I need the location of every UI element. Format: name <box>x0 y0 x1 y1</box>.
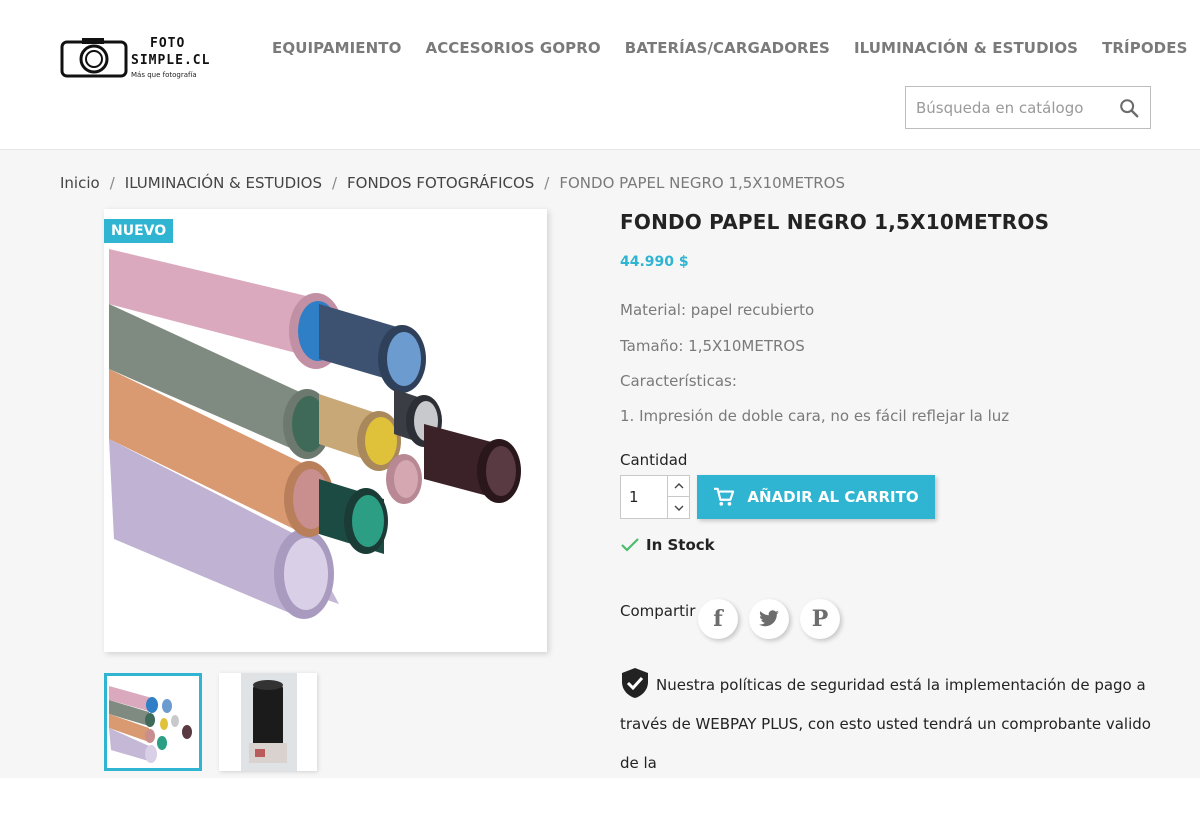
quantity-stepper <box>620 475 690 519</box>
breadcrumb: Inicio / ILUMINACIÓN & ESTUDIOS / FONDOS… <box>60 174 845 192</box>
pinterest-icon: P <box>811 606 829 632</box>
nav-item-tripodes[interactable]: TRÍPODES <box>1102 39 1187 57</box>
site-header: FOTO SIMPLE.CL Más que fotografía EQUIPA… <box>0 0 1200 150</box>
nav-item-equipamiento[interactable]: EQUIPAMIENTO <box>272 39 401 57</box>
thumbnail-black-roll-image <box>219 673 317 771</box>
breadcrumb-separator: / <box>544 174 550 192</box>
breadcrumb-item-inicio[interactable]: Inicio <box>60 174 100 192</box>
quantity-label: Cantidad <box>620 451 688 469</box>
thumbnail-1[interactable] <box>104 673 202 771</box>
chevron-down-icon <box>674 505 683 511</box>
security-text-line-1: Nuestra políticas de seguridad está la i… <box>656 676 1146 694</box>
twitter-share-button[interactable] <box>749 599 789 639</box>
search-box <box>905 86 1151 129</box>
product-description-material: Material: papel recubierto <box>620 301 815 319</box>
breadcrumb-separator: / <box>331 174 338 192</box>
new-badge: NUEVO <box>104 219 174 243</box>
facebook-share-button[interactable]: f <box>698 599 738 639</box>
quantity-increase-button[interactable] <box>667 476 689 497</box>
logo-line-2: SIMPLE.CL <box>131 53 211 68</box>
chevron-up-icon <box>674 483 683 489</box>
breadcrumb-item-fondos[interactable]: FONDOS FOTOGRÁFICOS <box>347 174 534 192</box>
product-page: Inicio / ILUMINACIÓN & ESTUDIOS / FONDOS… <box>0 150 1200 811</box>
check-icon <box>621 538 639 552</box>
pinterest-share-button[interactable]: P <box>800 599 840 639</box>
thumbnail-rolls-image <box>107 676 199 768</box>
logo-tagline: Más que fotografía <box>131 71 197 79</box>
stock-status: In Stock <box>620 536 715 554</box>
add-to-cart-button[interactable]: AÑADIR AL CARRITO <box>697 475 935 519</box>
paper-rolls-image <box>109 249 521 619</box>
logo-line-1: FOTO <box>150 36 186 51</box>
add-to-cart-label: AÑADIR AL CARRITO <box>747 488 919 506</box>
product-main-image[interactable] <box>104 209 547 652</box>
main-nav: EQUIPAMIENTO ACCESORIOS GOPRO BATERÍAS/C… <box>272 39 1188 57</box>
search-input[interactable] <box>906 87 1106 128</box>
thumbnail-2[interactable] <box>219 673 317 771</box>
product-title: FONDO PAPEL NEGRO 1,5X10METROS <box>620 210 1050 234</box>
quantity-decrease-button[interactable] <box>667 497 689 518</box>
camera-logo-icon <box>60 38 128 78</box>
product-price: 44.990 $ <box>620 254 689 270</box>
search-icon[interactable] <box>1118 97 1140 119</box>
product-description-features-heading: Características: <box>620 372 737 390</box>
site-logo[interactable]: FOTO SIMPLE.CL Más que fotografía <box>60 36 220 84</box>
twitter-icon <box>759 610 779 627</box>
product-description-feature-1: 1. Impresión de doble cara, no es fácil … <box>620 407 1010 425</box>
nav-item-accesorios-gopro[interactable]: ACCESORIOS GOPRO <box>425 39 600 57</box>
facebook-icon: f <box>713 606 723 632</box>
breadcrumb-separator: / <box>109 174 115 192</box>
nav-item-baterias-cargadores[interactable]: BATERÍAS/CARGADORES <box>625 39 830 57</box>
shopping-cart-icon <box>714 487 735 506</box>
product-description-size: Tamaño: 1,5X10METROS <box>620 337 805 355</box>
breadcrumb-item-iluminacion[interactable]: ILUMINACIÓN & ESTUDIOS <box>125 174 322 192</box>
nav-item-iluminacion-estudios[interactable]: ILUMINACIÓN & ESTUDIOS <box>854 39 1078 57</box>
shield-icon <box>622 667 648 698</box>
share-label: Compartir <box>620 602 696 620</box>
breadcrumb-item-current: FONDO PAPEL NEGRO 1,5X10METROS <box>559 174 846 192</box>
stock-label: In Stock <box>646 536 715 554</box>
footer-band <box>0 778 1200 815</box>
quantity-input[interactable] <box>621 476 667 518</box>
security-text-line-2: través de WEBPAY PLUS, con esto usted te… <box>620 715 1151 772</box>
